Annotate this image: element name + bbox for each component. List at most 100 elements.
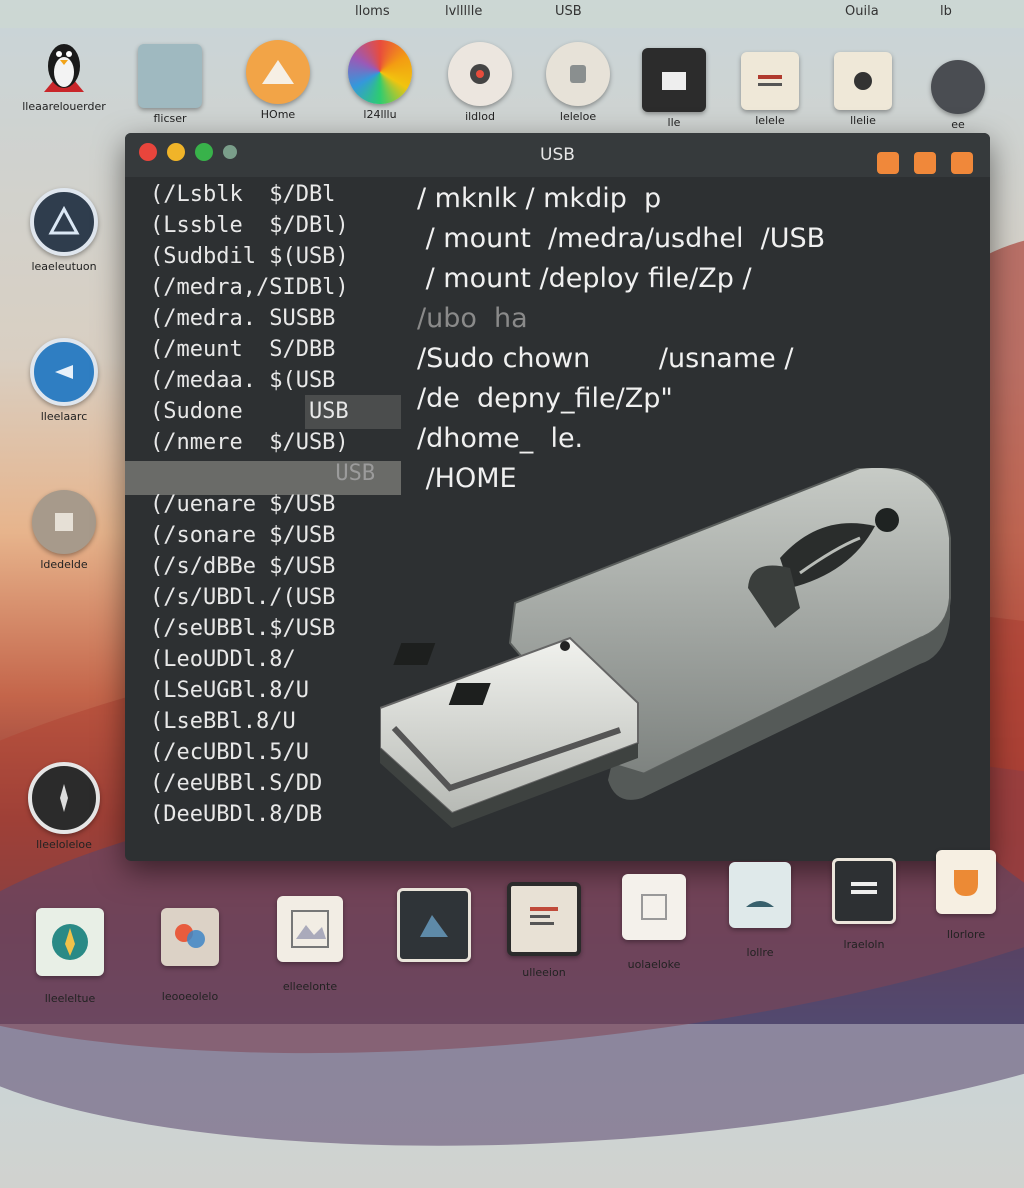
- icon-label: lelele: [755, 114, 785, 127]
- puzzle-icon: [32, 490, 96, 554]
- icon-label: ee: [951, 118, 965, 131]
- star-icon: [36, 908, 104, 976]
- terminal-line: (LeoUDDl.8/: [150, 647, 296, 672]
- linux-penguin-icon: [32, 32, 96, 96]
- folder-icon: [138, 44, 202, 108]
- dock-item[interactable]: leooeolelo: [140, 908, 240, 1003]
- terminal-line: /de depny_file/Zp": [417, 383, 673, 414]
- terminal-line: (/medra,/SIDBl): [150, 275, 349, 300]
- dock-item[interactable]: lleeleltue: [20, 908, 120, 1005]
- desktop-icon[interactable]: lleeloleloe: [14, 762, 114, 851]
- desktop-icon[interactable]: leleloe: [528, 42, 628, 123]
- desktop-icon[interactable]: lle: [624, 48, 724, 129]
- window-control-button[interactable]: [914, 152, 936, 174]
- terminal-line: (/seUBBl.$/USB: [150, 616, 336, 641]
- terminal-line: (Lssble $/DBl): [150, 213, 349, 238]
- icon-label: ulleeion: [522, 966, 566, 979]
- window-title: USB: [540, 145, 575, 165]
- desktop-icon[interactable]: ldedelde: [14, 490, 114, 571]
- icon-label: leaeleutuon: [31, 260, 97, 273]
- terminal-line: (Sudbdil $(USB): [150, 244, 349, 269]
- terminal-line: (/medra. SUSBB: [150, 306, 336, 331]
- icon-label: flicser: [153, 112, 187, 125]
- desktop-icon[interactable]: ildlod: [430, 42, 530, 123]
- desktop-icon[interactable]: lelele: [720, 52, 820, 127]
- desktop-icon[interactable]: lleelaarc: [14, 338, 114, 423]
- icon-label: lleeloleloe: [36, 838, 92, 851]
- terminal-line: USB: [150, 461, 376, 486]
- terminal-titlebar[interactable]: USB: [125, 133, 990, 177]
- icon-label: ldedelde: [40, 558, 88, 571]
- orange-app-icon: [936, 850, 996, 914]
- icon-label: lle: [667, 116, 681, 129]
- top-menu-bar: lloms lvllllle USB Ouila lb: [0, 0, 1024, 28]
- terminal-output-right[interactable]: / mknlk / mkdip p / mount /medra/usdhel …: [417, 179, 825, 499]
- desktop-icon[interactable]: lleaarelouerder: [14, 32, 114, 113]
- menu-item[interactable]: USB: [555, 4, 582, 19]
- desktop-icon[interactable]: HOme: [228, 40, 328, 121]
- dock-item[interactable]: lollre: [710, 862, 810, 959]
- desktop-icon[interactable]: llelie: [813, 52, 913, 127]
- home-icon: [246, 40, 310, 104]
- compass-icon: [28, 762, 100, 834]
- app-icon: [834, 52, 892, 110]
- document-icon: [741, 52, 799, 110]
- icon-label: ildlod: [465, 110, 495, 123]
- dock-item[interactable]: lraeloln: [814, 858, 914, 951]
- desktop-icon[interactable]: flicser: [120, 44, 220, 125]
- usb-drive-icon: [380, 468, 951, 828]
- dock-item[interactable]: ulleeion: [494, 882, 594, 979]
- image-icon: [277, 896, 343, 962]
- terminal-line: (Sudone USB: [150, 399, 349, 424]
- dock-item[interactable]: [384, 888, 484, 966]
- desktop-icon[interactable]: l24lllu: [330, 40, 430, 121]
- window-icon: [729, 862, 791, 928]
- icon-label: llorlore: [946, 928, 986, 941]
- palette-icon: [161, 908, 219, 966]
- menu-item[interactable]: lloms: [355, 4, 390, 19]
- terminal-line: (/meunt S/DBB: [150, 337, 336, 362]
- chart-icon: [507, 882, 581, 956]
- window-control-button[interactable]: [877, 152, 899, 174]
- terminal-line: / mount /deploy file/Zp /: [417, 263, 752, 294]
- terminal-line: (/ecUBDl.5/U: [150, 740, 309, 765]
- desktop-icon[interactable]: leaeleutuon: [14, 188, 114, 273]
- desktop-icon[interactable]: ee: [908, 60, 1008, 131]
- terminal-window[interactable]: USB (/Lsblk $/DBl (Lssble $/DBl) (Sudbdi…: [125, 133, 990, 861]
- terminal-line: (LseBBl.8/U: [150, 709, 296, 734]
- terminal-line: / mount /medra/usdhel /USB: [417, 223, 826, 254]
- menu-item[interactable]: lvllllle: [445, 4, 482, 19]
- terminal-line: /Sudo chown /usname /: [417, 343, 794, 374]
- terminal-line: / mknlk / mkdip p: [417, 183, 662, 214]
- icon-label: elleelonte: [282, 980, 338, 993]
- icon-label: lraeloln: [843, 938, 885, 951]
- dock-item[interactable]: llorlore: [916, 850, 1016, 941]
- dock-item[interactable]: elleelonte: [260, 896, 360, 993]
- icon-label: HOme: [260, 108, 296, 121]
- picture-icon: [397, 888, 471, 962]
- triangle-icon: [30, 188, 98, 256]
- terminal-line: /dhome_ le.: [417, 423, 584, 454]
- terminal-line: /ubo ha: [417, 303, 528, 334]
- terminal-output-left[interactable]: (/Lsblk $/DBl (Lssble $/DBl) (Sudbdil $(…: [150, 179, 375, 830]
- paper-icon: [622, 874, 686, 940]
- menu-item[interactable]: lb: [940, 4, 952, 19]
- icon-label: lleaarelouerder: [22, 100, 106, 113]
- dock-item[interactable]: uolaeloke: [604, 874, 704, 971]
- terminal-line: (/Lsblk $/DBl: [150, 182, 336, 207]
- menu-item[interactable]: Ouila: [845, 4, 879, 19]
- terminal-line: (/s/dBBe $/USB: [150, 554, 336, 579]
- file-icon: [546, 42, 610, 106]
- icon-label: leooeolelo: [161, 990, 219, 1003]
- terminal-line: (/nmere $/USB): [150, 430, 349, 455]
- icon-label: lollre: [746, 946, 774, 959]
- color-wheel-icon: [348, 40, 412, 104]
- window-control-button[interactable]: [951, 152, 973, 174]
- icon-label: l24lllu: [363, 108, 397, 121]
- terminal-line: (/medaa. $(USB: [150, 368, 336, 393]
- terminal-icon: [832, 858, 896, 924]
- terminal-line: (DeeUBDl.8/DB: [150, 802, 323, 827]
- settings-icon: [448, 42, 512, 106]
- icon-label: llelie: [850, 114, 876, 127]
- terminal-line: (LSeUGBl.8/U: [150, 678, 309, 703]
